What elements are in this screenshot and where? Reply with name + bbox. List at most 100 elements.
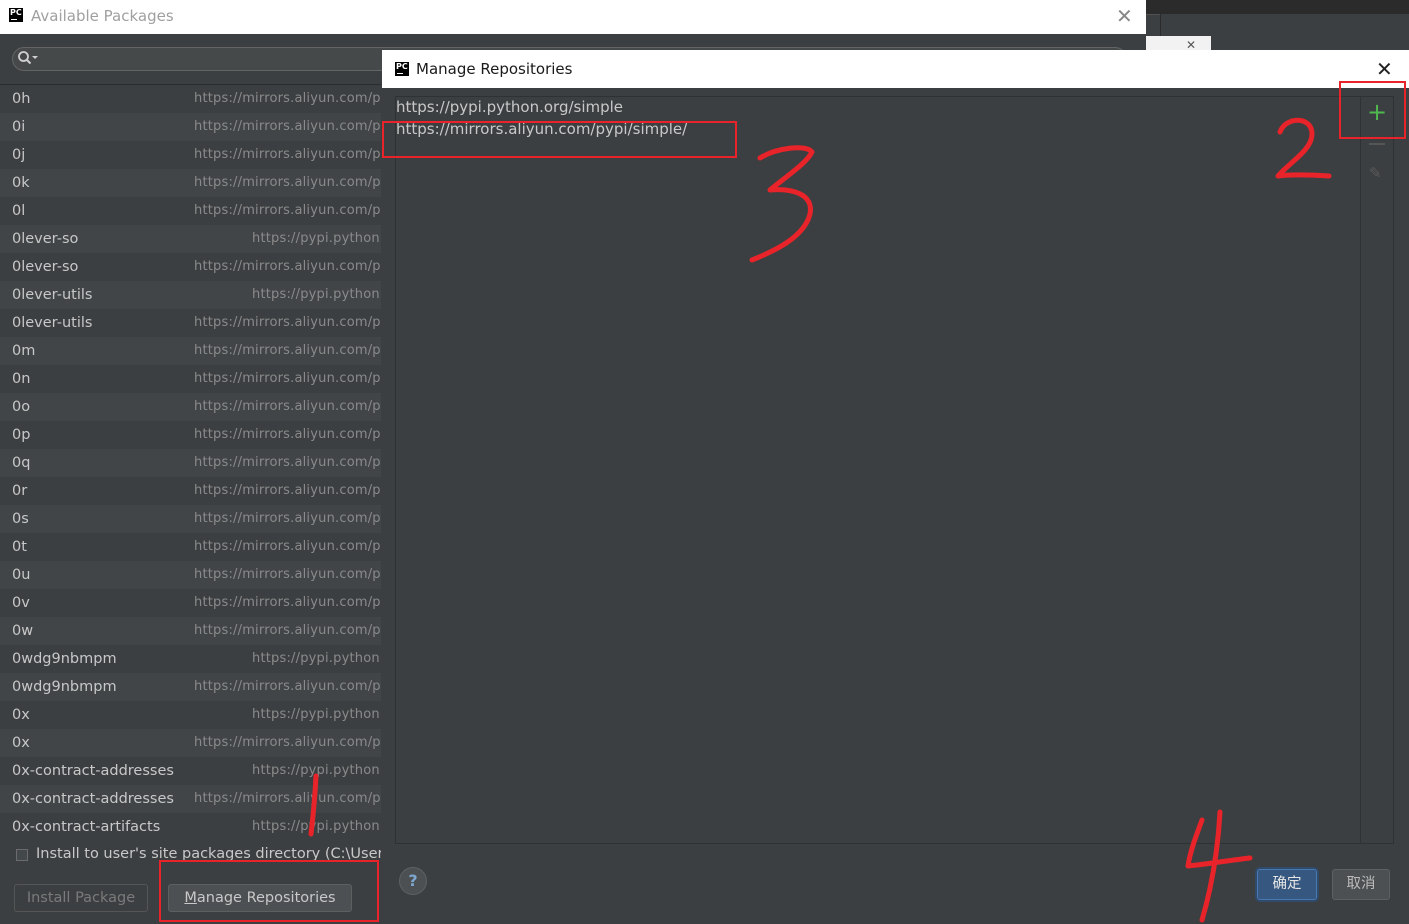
- package-repository: https://mirrors.aliyun.com/pypi/simple/: [194, 791, 381, 806]
- package-repository: https://mirrors.aliyun.com/pypi/simple/: [194, 315, 381, 330]
- package-name: 0h: [12, 91, 31, 107]
- package-name: 0i: [12, 119, 26, 135]
- package-row[interactable]: 0v https://mirrors.aliyun.com/pypi/simple…: [0, 589, 381, 617]
- package-name: 0x-contract-addresses: [12, 763, 174, 779]
- package-name: 0n: [12, 371, 31, 387]
- package-list[interactable]: 0h https://mirrors.aliyun.com/pypi/simple…: [0, 84, 381, 841]
- package-name: 0x-contract-artifacts: [12, 819, 161, 835]
- package-name: 0u: [12, 567, 31, 583]
- install-user-site-checkbox[interactable]: [16, 849, 28, 861]
- pycharm-logo-icon: PC: [9, 8, 23, 22]
- package-name: 0lever-so: [12, 231, 79, 247]
- repository-toolbar: [1361, 96, 1394, 844]
- package-name: 0p: [12, 427, 31, 443]
- package-name: 0j: [12, 147, 26, 163]
- package-row[interactable]: 0k https://mirrors.aliyun.com/pypi/simple…: [0, 169, 381, 197]
- package-repository: https://mirrors.aliyun.com/pypi/simple/: [194, 455, 381, 470]
- package-name: 0k: [12, 175, 30, 191]
- package-name: 0wdg9nbmpm: [12, 679, 117, 695]
- remove-repository-icon[interactable]: [1369, 143, 1385, 145]
- package-name: 0lever-utils: [12, 315, 93, 331]
- package-repository: https://mirrors.aliyun.com/pypi/simple/: [194, 343, 381, 358]
- package-repository: https://mirrors.aliyun.com/pypi/simple/: [194, 679, 381, 694]
- package-row[interactable]: 0lever-utils https://pypi.python.org/simp…: [0, 281, 381, 309]
- package-repository: https://mirrors.aliyun.com/pypi/simple/: [194, 735, 381, 750]
- package-row[interactable]: 0q https://mirrors.aliyun.com/pypi/simple…: [0, 449, 381, 477]
- package-repository: https://mirrors.aliyun.com/pypi/simple/: [194, 203, 381, 218]
- repository-item[interactable]: https://pypi.python.org/simple: [396, 98, 623, 116]
- package-name: 0l: [12, 203, 26, 219]
- package-name: 0m: [12, 343, 36, 359]
- package-repository: https://mirrors.aliyun.com/pypi/simple/: [194, 427, 381, 442]
- package-name: 0s: [12, 511, 29, 527]
- edit-repository-icon[interactable]: ✎: [1369, 164, 1382, 182]
- annotation-box-add: [1339, 81, 1406, 139]
- package-row[interactable]: 0i https://mirrors.aliyun.com/pypi/simple…: [0, 113, 381, 141]
- package-row[interactable]: 0u https://mirrors.aliyun.com/pypi/simple…: [0, 561, 381, 589]
- package-name: 0r: [12, 483, 28, 499]
- repository-list[interactable]: [395, 96, 1361, 844]
- package-name: 0x: [12, 707, 30, 723]
- package-row[interactable]: 0wdg9nbmpm https://mirrors.aliyun.com/pyp…: [0, 673, 381, 701]
- available-packages-title: Available Packages: [31, 7, 174, 25]
- annotation-step-2: [1275, 117, 1332, 179]
- package-row[interactable]: 0p https://mirrors.aliyun.com/pypi/simple…: [0, 421, 381, 449]
- annotation-step-3: [749, 145, 815, 263]
- manage-repositories-title: Manage Repositories: [416, 60, 573, 78]
- package-name: 0t: [12, 539, 27, 555]
- package-row[interactable]: 0x https://mirrors.aliyun.com/pypi/simple…: [0, 729, 381, 757]
- package-repository: https://mirrors.aliyun.com/pypi/simple/: [194, 119, 381, 134]
- help-icon[interactable]: ?: [399, 867, 427, 895]
- package-row[interactable]: 0x https://pypi.python.org/simple: [0, 701, 381, 729]
- background-dialog-titlebar: [1146, 36, 1211, 50]
- package-row[interactable]: 0t https://mirrors.aliyun.com/pypi/simple…: [0, 533, 381, 561]
- package-row[interactable]: 0n https://mirrors.aliyun.com/pypi/simple…: [0, 365, 381, 393]
- package-repository: https://mirrors.aliyun.com/pypi/simple/: [194, 259, 381, 274]
- package-repository: https://pypi.python.org/simple: [252, 287, 381, 302]
- manage-repositories-close-icon[interactable]: ✕: [1376, 57, 1393, 81]
- annotation-step-4: [1185, 809, 1253, 923]
- package-repository: https://mirrors.aliyun.com/pypi/simple/: [194, 147, 381, 162]
- package-row[interactable]: 0l https://mirrors.aliyun.com/pypi/simple…: [0, 197, 381, 225]
- package-row[interactable]: 0lever-so https://mirrors.aliyun.com/pypi…: [0, 253, 381, 281]
- package-repository: https://mirrors.aliyun.com/pypi/simple/: [194, 91, 381, 106]
- annotation-box-repository-url: [382, 121, 737, 158]
- package-repository: https://mirrors.aliyun.com/pypi/simple/: [194, 539, 381, 554]
- pycharm-logo-icon: PC: [395, 62, 409, 76]
- package-repository: https://mirrors.aliyun.com/pypi/simple/: [194, 595, 381, 610]
- package-row[interactable]: 0m https://mirrors.aliyun.com/pypi/simple…: [0, 337, 381, 365]
- package-name: 0q: [12, 455, 31, 471]
- package-repository: https://pypi.python.org/simple: [252, 231, 381, 246]
- package-row[interactable]: 0w https://mirrors.aliyun.com/pypi/simple…: [0, 617, 381, 645]
- annotation-step-1: [308, 773, 319, 837]
- ok-button[interactable]: 确定: [1257, 869, 1317, 900]
- package-name: 0x-contract-addresses: [12, 791, 174, 807]
- package-name: 0w: [12, 623, 34, 639]
- package-name: 0x: [12, 735, 30, 751]
- package-name: 0wdg9nbmpm: [12, 651, 117, 667]
- package-name: 0lever-utils: [12, 287, 93, 303]
- package-row[interactable]: 0h https://mirrors.aliyun.com/pypi/simple…: [0, 85, 381, 113]
- package-row[interactable]: 0lever-so https://pypi.python.org/simple: [0, 225, 381, 253]
- package-row[interactable]: 0r https://mirrors.aliyun.com/pypi/simple…: [0, 477, 381, 505]
- package-repository: https://mirrors.aliyun.com/pypi/simple/: [194, 483, 381, 498]
- package-repository: https://mirrors.aliyun.com/pypi/simple/: [194, 175, 381, 190]
- install-package-button[interactable]: Install Package: [14, 884, 148, 912]
- annotation-box-manage-repositories: [159, 860, 379, 922]
- package-repository: https://pypi.python.org/simple: [252, 651, 381, 666]
- package-repository: https://mirrors.aliyun.com/pypi/simple/: [194, 371, 381, 386]
- cancel-button[interactable]: 取消: [1332, 869, 1390, 900]
- package-row[interactable]: 0j https://mirrors.aliyun.com/pypi/simple…: [0, 141, 381, 169]
- package-row[interactable]: 0o https://mirrors.aliyun.com/pypi/simple…: [0, 393, 381, 421]
- package-repository: https://mirrors.aliyun.com/pypi/simple/: [194, 623, 381, 638]
- available-packages-close-icon[interactable]: ✕: [1116, 4, 1133, 28]
- package-repository: https://mirrors.aliyun.com/pypi/simple/: [194, 511, 381, 526]
- background-ide-titlebar: [1146, 0, 1409, 15]
- package-row[interactable]: 0s https://mirrors.aliyun.com/pypi/simple…: [0, 505, 381, 533]
- package-row[interactable]: 0lever-utils https://mirrors.aliyun.com/p…: [0, 309, 381, 337]
- package-repository: https://mirrors.aliyun.com/pypi/simple/: [194, 399, 381, 414]
- search-icon[interactable]: [17, 50, 39, 70]
- package-name: 0v: [12, 595, 30, 611]
- package-row[interactable]: 0wdg9nbmpm https://pypi.python.org/simple: [0, 645, 381, 673]
- package-repository: https://pypi.python.org/simple: [252, 707, 381, 722]
